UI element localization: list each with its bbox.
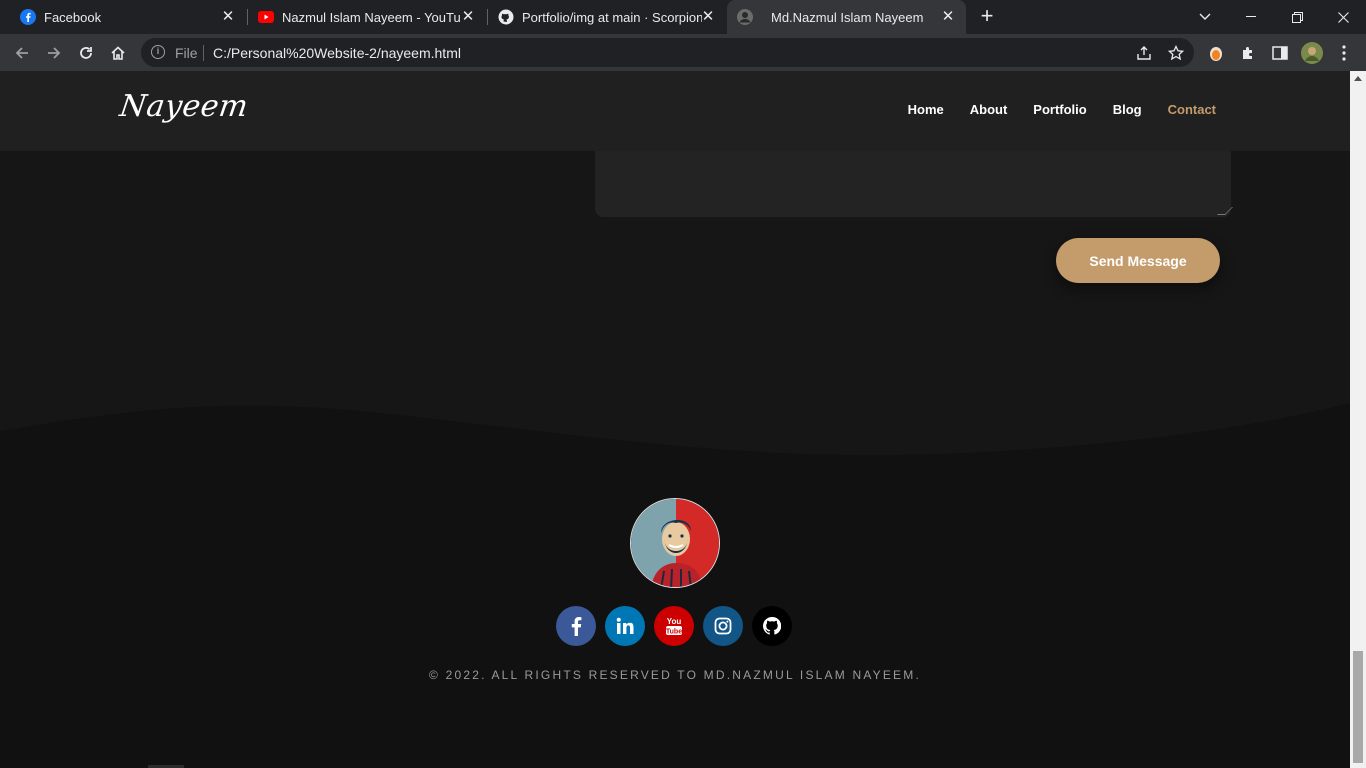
tab-title: Portfolio/img at main · ScorpionN <box>522 9 702 25</box>
profile-icon <box>737 9 753 25</box>
side-panel-icon[interactable] <box>1268 41 1292 65</box>
close-tab-icon[interactable]: ✕ <box>700 9 716 25</box>
tab-github[interactable]: Portfolio/img at main · ScorpionN ✕ <box>488 0 726 34</box>
facebook-icon[interactable] <box>556 606 596 646</box>
tab-search-icon[interactable] <box>1182 0 1228 34</box>
scroll-up-arrow-icon[interactable] <box>1354 76 1362 81</box>
github-icon <box>498 9 514 25</box>
close-tab-icon[interactable]: ✕ <box>460 9 476 25</box>
site-header: Nayeem Home About Portfolio Blog Contact <box>0 71 1350 151</box>
tab-youtube[interactable]: Nazmul Islam Nayeem - YouTube ✕ <box>248 0 486 34</box>
resize-grip-icon[interactable] <box>1217 207 1233 215</box>
profile-avatar[interactable] <box>1300 41 1324 65</box>
scroll-thumb[interactable] <box>1353 651 1363 763</box>
copyright-text: © 2022. ALL RIGHTS RESERVED TO MD.NAZMUL… <box>429 668 921 682</box>
restore-button[interactable] <box>1274 0 1320 34</box>
facebook-icon <box>20 9 36 25</box>
close-tab-icon[interactable]: ✕ <box>220 9 236 25</box>
site-logo[interactable]: Nayeem <box>118 89 251 124</box>
github-icon[interactable] <box>752 606 792 646</box>
menu-kebab-icon[interactable] <box>1332 41 1356 65</box>
nav-about[interactable]: About <box>970 102 1008 117</box>
main-nav: Home About Portfolio Blog Contact <box>908 102 1216 117</box>
instagram-icon[interactable] <box>703 606 743 646</box>
tab-title: Facebook <box>44 9 102 25</box>
reload-icon[interactable] <box>74 41 98 65</box>
extension-icon[interactable] <box>1204 41 1228 65</box>
address-bar[interactable]: i File C:/Personal%20Website-2/nayeem.ht… <box>141 38 1194 67</box>
close-tab-icon[interactable]: ✕ <box>940 9 956 25</box>
youtube-icon <box>258 9 274 25</box>
profile-avatar-image <box>630 498 720 588</box>
tab-facebook[interactable]: Facebook ✕ <box>8 0 246 34</box>
back-icon[interactable] <box>10 41 34 65</box>
minimize-button[interactable] <box>1228 0 1274 34</box>
share-icon[interactable] <box>1132 41 1156 65</box>
send-message-button[interactable]: Send Message <box>1056 238 1220 283</box>
new-tab-button[interactable]: + <box>976 5 998 28</box>
bookmark-star-icon[interactable] <box>1164 41 1188 65</box>
footer: You Tube © 2022. ALL RIGHTS RESERVED TO M… <box>0 391 1350 768</box>
extensions-puzzle-icon[interactable] <box>1236 41 1260 65</box>
linkedin-icon[interactable] <box>605 606 645 646</box>
tab-title: Md.Nazmul Islam Nayeem <box>771 9 924 25</box>
nav-portfolio[interactable]: Portfolio <box>1033 102 1086 117</box>
info-icon[interactable]: i <box>151 45 165 59</box>
social-links: You Tube <box>556 606 792 646</box>
url-text[interactable]: C:/Personal%20Website-2/nayeem.html <box>213 45 461 61</box>
address-divider <box>203 45 204 61</box>
svg-text:You: You <box>667 617 682 626</box>
tab-title: Nazmul Islam Nayeem - YouTube <box>282 9 460 25</box>
tab-active-nayeem[interactable]: Md.Nazmul Islam Nayeem ✕ <box>727 0 966 34</box>
svg-text:Tube: Tube <box>666 629 682 636</box>
home-icon[interactable] <box>106 41 130 65</box>
page-scrollbar[interactable] <box>1350 71 1366 768</box>
nav-contact[interactable]: Contact <box>1168 102 1216 117</box>
youtube-icon[interactable]: You Tube <box>654 606 694 646</box>
nav-blog[interactable]: Blog <box>1113 102 1142 117</box>
scheme-label: File <box>175 45 198 61</box>
browser-tab-bar: Facebook ✕ Nazmul Islam Nayeem - YouTube… <box>0 0 1366 34</box>
nav-home[interactable]: Home <box>908 102 944 117</box>
forward-icon[interactable] <box>42 41 66 65</box>
close-window-button[interactable] <box>1320 0 1366 34</box>
browser-toolbar: i File C:/Personal%20Website-2/nayeem.ht… <box>0 34 1366 71</box>
page-viewport: Send Message You Tube © 2022. ALL RIGHTS… <box>0 71 1350 768</box>
